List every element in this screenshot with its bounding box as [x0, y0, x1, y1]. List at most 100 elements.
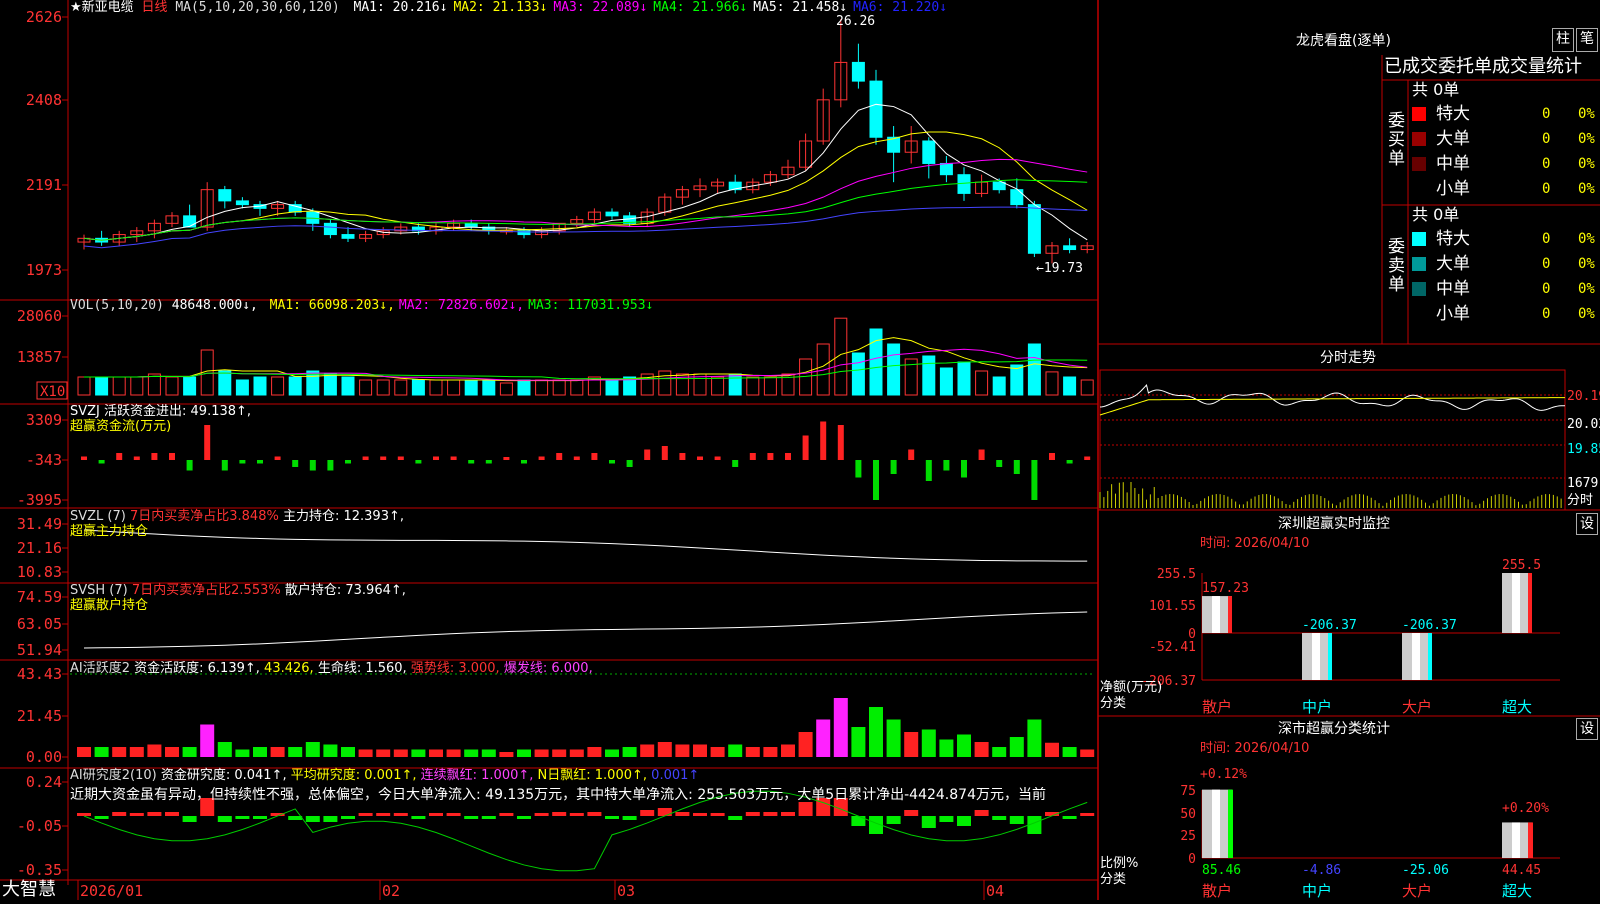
- fund-flow-bar: [415, 460, 422, 464]
- sell-row-label: 小单: [1436, 304, 1470, 324]
- volume-bar: [992, 376, 1006, 396]
- research-bar: [798, 802, 813, 816]
- research-bar: [411, 816, 426, 819]
- research-bar: [851, 816, 866, 826]
- activity-bar: [869, 707, 883, 757]
- classify-category: 中户: [1302, 882, 1332, 900]
- activity-bar: [499, 752, 514, 757]
- classify-category: 散户: [1202, 882, 1232, 900]
- fund-flow-bar: [837, 425, 844, 460]
- fund-flow-bar: [257, 460, 263, 464]
- monitor-bar-label: 157.23: [1202, 581, 1249, 596]
- classify-tick: 25: [1180, 829, 1196, 844]
- svzl-header: SVZL (7) 7日内买卖净占比3.848% 主力持仓: 12.393↑,: [70, 509, 404, 525]
- activity-bar: [253, 747, 267, 757]
- monitor-bar-highlight: [1212, 596, 1220, 633]
- tick-mode-button[interactable]: 笔: [1576, 28, 1598, 52]
- svsh-label: SVSH (7): [70, 583, 128, 598]
- research-avg-line: [83, 790, 1088, 872]
- bar-mode-button[interactable]: 柱: [1552, 28, 1574, 52]
- research-bar: [939, 816, 954, 822]
- research-bar: [693, 813, 707, 816]
- dragon-tiger-title: 龙虎看盘(逐单): [1296, 33, 1391, 49]
- ai-active-label: AI活跃度2: [70, 661, 130, 676]
- candle-body: [869, 80, 883, 138]
- volume-bar: [147, 373, 161, 396]
- fund-flow-bar: [151, 453, 158, 460]
- activity-bar: [622, 747, 637, 757]
- activity-bar: [640, 744, 655, 757]
- volume-bar: [975, 370, 989, 396]
- price-axis-tick: 1973: [26, 261, 62, 279]
- ai-research-v2: 平均研究度: 0.001↑,: [290, 768, 417, 783]
- activity-bar: [94, 747, 109, 757]
- price-panel-header: ★新亚电缆 日线 MA(5,10,20,30,60,120) MA1: 20.2…: [70, 0, 947, 16]
- monitor-settings-button[interactable]: 设: [1576, 513, 1598, 535]
- monitor-tick: -52.41: [1149, 640, 1196, 655]
- volume-bar: [605, 379, 619, 396]
- research-bar: [217, 816, 232, 822]
- volume-bar: [746, 376, 760, 396]
- date-tick: 04: [986, 882, 1004, 900]
- research-bar: [974, 810, 989, 816]
- monitor-bar-edge: [1328, 633, 1332, 680]
- buy-row-label: 特大: [1436, 104, 1470, 124]
- research-bar: [745, 812, 760, 816]
- stock-name[interactable]: ★新亚电缆: [70, 0, 134, 15]
- fund-flow-bar: [116, 453, 123, 460]
- svzl-axis-tick: 21.16: [17, 539, 62, 557]
- monitor-bar-highlight: [1312, 633, 1320, 680]
- research-bar: [147, 812, 162, 816]
- research-bar: [464, 816, 479, 819]
- activity-bar: [341, 747, 355, 757]
- ai-research-comment: 近期大资金虽有异动，但持续性不强，总体偏空，今日大单净流入: 49.135万元，…: [70, 787, 1046, 803]
- activity-bar: [464, 749, 479, 757]
- svsh-axis-tick: 63.05: [17, 615, 62, 633]
- fund-flow-bar: [450, 456, 457, 460]
- volume-bar: [288, 376, 302, 396]
- volume-bar: [939, 367, 953, 396]
- fund-flow-bar: [1049, 453, 1055, 460]
- volume-bar: [517, 379, 531, 396]
- fund-flow-bar: [380, 456, 387, 460]
- activity-bar: [411, 749, 426, 757]
- ai-research-v5: 0.001↑: [651, 768, 700, 783]
- activity-bar: [957, 734, 971, 757]
- sell-row-count: 0: [1542, 231, 1551, 247]
- candle-body: [851, 61, 865, 82]
- activity-bar: [657, 742, 672, 757]
- period-label[interactable]: 日线: [141, 0, 167, 15]
- fund-flow-bar: [468, 460, 475, 464]
- classify-settings-button[interactable]: 设: [1576, 718, 1598, 740]
- activity-bar: [217, 742, 232, 757]
- volume-bar: [1063, 376, 1077, 396]
- activity-bar: [235, 749, 250, 757]
- research-bar: [235, 816, 250, 819]
- svsh-ratio: 7日内买卖净占比2.553%: [131, 583, 281, 598]
- research-bar: [605, 816, 619, 819]
- ai-active-v4: 强势线: 3.000,: [410, 661, 500, 676]
- fund-flow-bar: [292, 460, 299, 467]
- date-tick: 02: [382, 882, 400, 900]
- classify-value: 85.46: [1202, 863, 1241, 878]
- research-bar: [569, 813, 584, 816]
- activity-bar: [921, 729, 936, 757]
- monitor-bar-edge: [1228, 596, 1232, 633]
- svzl-axis-tick: 31.49: [17, 515, 62, 533]
- fund-flow-bar: [890, 460, 897, 474]
- ai-research-axis-tick: 0.24: [26, 773, 62, 791]
- activity-bar: [763, 747, 778, 757]
- classify-top-label: +0.12%: [1200, 767, 1247, 782]
- volume-bar: [394, 379, 408, 396]
- fund-flow-bar: [714, 456, 721, 460]
- candle-body: [1010, 189, 1024, 206]
- candle-body: [992, 181, 1006, 191]
- research-bar: [622, 816, 637, 820]
- fund-flow-bar: [573, 456, 580, 460]
- monitor-bar-label: -206.37: [1302, 618, 1357, 633]
- fund-flow-bar: [309, 460, 316, 471]
- fund-flow-bar: [81, 456, 87, 460]
- activity-bar: [728, 744, 743, 757]
- buy-row-count: 0: [1542, 131, 1551, 147]
- volume-bar: [482, 379, 496, 396]
